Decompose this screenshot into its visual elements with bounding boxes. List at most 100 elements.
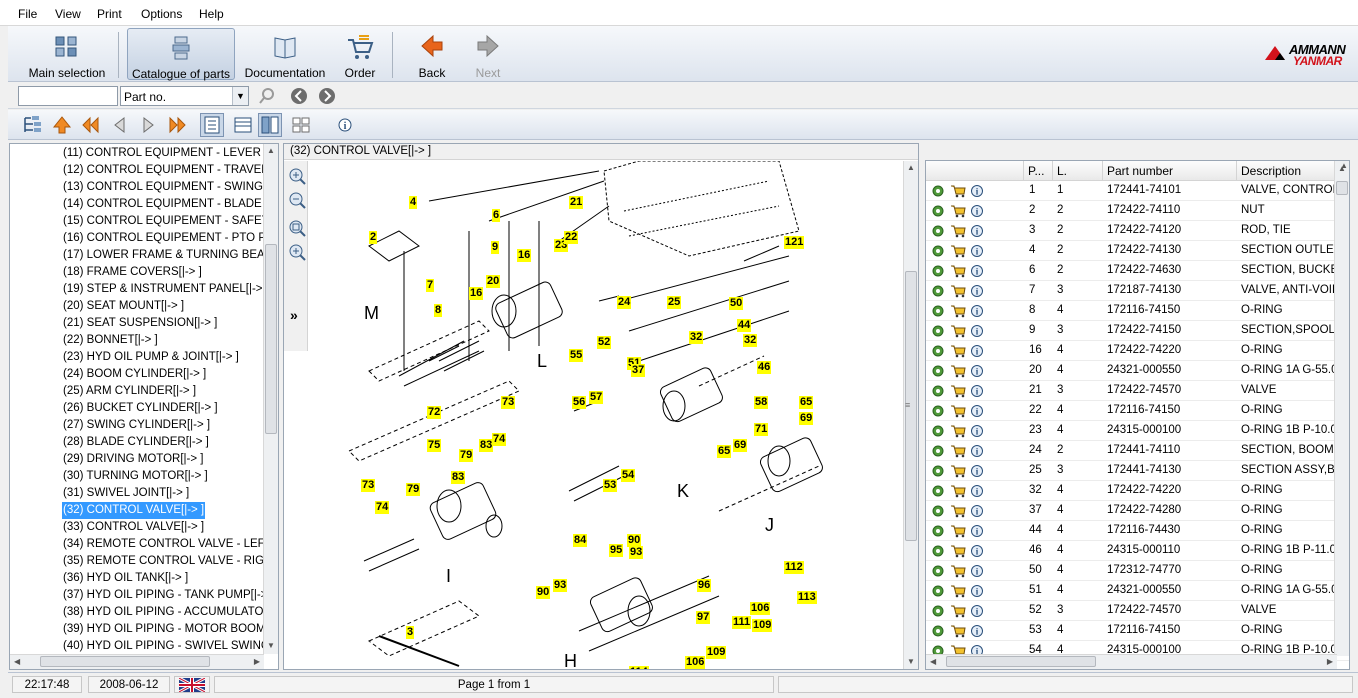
table-row[interactable]: i 51 4 24321-000550 O-RING 1A G-55.0 (926, 581, 1349, 601)
callout-label[interactable]: 55 (569, 349, 584, 362)
table-row[interactable]: i 22 4 172116-74150 O-RING (926, 401, 1349, 421)
zoom-out-icon[interactable] (288, 191, 306, 209)
table-row[interactable]: i 1 1 172441-74101 VALVE, CONTROL (926, 181, 1349, 201)
callout-label[interactable]: 69 (733, 439, 748, 452)
gear-icon[interactable] (931, 524, 945, 538)
cart-icon[interactable] (950, 624, 966, 638)
cart-icon[interactable] (950, 344, 966, 358)
callout-label[interactable]: 3 (406, 626, 415, 639)
gear-icon[interactable] (931, 544, 945, 558)
info-icon[interactable]: i (970, 284, 984, 298)
info-icon[interactable]: i (970, 444, 984, 458)
tree-item[interactable]: (23) HYD OIL PUMP & JOINT[|-> ] (62, 349, 240, 366)
tree-item[interactable]: (36) HYD OIL TANK[|-> ] (62, 570, 189, 587)
tree-vertical-scrollbar[interactable]: ▲ ▼ (263, 144, 278, 654)
callout-label[interactable]: 37 (631, 364, 646, 377)
cart-icon[interactable] (950, 204, 966, 218)
tree-item[interactable]: (17) LOWER FRAME & TURNING BEARIN (62, 247, 278, 264)
callout-label[interactable]: 25 (667, 296, 682, 309)
parts-horizontal-scrollbar[interactable]: ◀ ▶ (926, 654, 1337, 669)
callout-label[interactable]: 16 (469, 287, 484, 300)
info-icon[interactable]: i (970, 424, 984, 438)
table-row[interactable]: i 25 3 172441-74130 SECTION ASSY,BOC (926, 461, 1349, 481)
callout-label[interactable]: 44 (737, 319, 752, 332)
gear-icon[interactable] (931, 184, 945, 198)
callout-label[interactable]: 79 (459, 449, 474, 462)
gear-icon[interactable] (931, 604, 945, 618)
table-row[interactable]: i 24 2 172441-74110 SECTION, BOOM (926, 441, 1349, 461)
info-icon[interactable]: i (970, 604, 984, 618)
cart-icon[interactable] (950, 444, 966, 458)
table-row[interactable]: i 21 3 172422-74570 VALVE (926, 381, 1349, 401)
tree-item[interactable]: (38) HYD OIL PIPING - ACCUMULATOR[|-> (62, 604, 278, 621)
cart-icon[interactable] (950, 404, 966, 418)
callout-label[interactable]: 109 (706, 646, 727, 659)
main-selection-button[interactable]: Main selection (22, 28, 112, 80)
cart-icon[interactable] (950, 544, 966, 558)
tree-item[interactable]: (22) BONNET[|-> ] (62, 332, 159, 349)
table-row[interactable]: i 6 2 172422-74630 SECTION, BUCKET (926, 261, 1349, 281)
gear-icon[interactable] (931, 444, 945, 458)
table-row[interactable]: i 4 2 172422-74130 SECTION OUTLET (926, 241, 1349, 261)
tree-item[interactable]: (15) CONTROL EQUIPEMENT - SAFETY LE (62, 213, 278, 230)
catalogue-button[interactable]: Catalogue of parts (127, 28, 235, 81)
prev-icon[interactable] (110, 115, 130, 135)
table-row[interactable]: i 37 4 172422-74280 O-RING (926, 501, 1349, 521)
tree-item[interactable]: (25) ARM CYLINDER[|-> ] (62, 383, 197, 400)
info-icon[interactable]: i (970, 304, 984, 318)
tree-item[interactable]: (24) BOOM CYLINDER[|-> ] (62, 366, 207, 383)
callout-label[interactable]: 20 (486, 275, 501, 288)
first-icon[interactable] (80, 115, 100, 135)
menu-print[interactable]: Print (97, 7, 122, 21)
callout-label[interactable]: 93 (629, 546, 644, 559)
search-icon[interactable] (259, 88, 275, 104)
drawing-vertical-scrollbar[interactable]: ▲ ▼ (903, 161, 918, 669)
tree-item[interactable]: (37) HYD OIL PIPING - TANK PUMP[|-> ] (62, 587, 275, 604)
table-row[interactable]: i 7 3 172187-74130 VALVE, ANTI-VOIDI (926, 281, 1349, 301)
info-icon[interactable]: i (970, 564, 984, 578)
col-part-number[interactable]: Part number (1103, 161, 1237, 181)
tree-item[interactable]: (26) BUCKET CYLINDER[|-> ] (62, 400, 219, 417)
language-flag[interactable] (174, 676, 210, 694)
cart-icon[interactable] (950, 504, 966, 518)
gear-icon[interactable] (931, 484, 945, 498)
callout-label[interactable]: 58 (754, 396, 769, 409)
callout-label[interactable]: 2 (369, 231, 378, 244)
next-icon[interactable] (138, 115, 158, 135)
cart-icon[interactable] (950, 304, 966, 318)
gear-icon[interactable] (931, 424, 945, 438)
gear-icon[interactable] (931, 404, 945, 418)
tree-item[interactable]: (32) CONTROL VALVE[|-> ] (62, 502, 206, 519)
callout-label[interactable]: 95 (609, 544, 624, 557)
info-icon[interactable]: i (970, 344, 984, 358)
next-button[interactable]: Next (468, 28, 508, 80)
info-icon[interactable]: i (970, 364, 984, 378)
info-icon[interactable]: i (970, 224, 984, 238)
gear-icon[interactable] (931, 264, 945, 278)
menu-options[interactable]: Options (141, 7, 182, 21)
callout-label[interactable]: 32 (743, 334, 758, 347)
cart-icon[interactable] (950, 384, 966, 398)
info-icon[interactable]: i (970, 384, 984, 398)
callout-label[interactable]: 121 (784, 236, 805, 249)
info-icon[interactable]: i (970, 324, 984, 338)
cart-icon[interactable] (950, 244, 966, 258)
gear-icon[interactable] (931, 564, 945, 578)
tree-item[interactable]: (11) CONTROL EQUIPMENT - LEVER & ST (62, 145, 278, 162)
info-icon[interactable]: i (970, 544, 984, 558)
gear-icon[interactable] (931, 624, 945, 638)
gear-icon[interactable] (931, 324, 945, 338)
gear-icon[interactable] (931, 584, 945, 598)
table-row[interactable]: i 50 4 172312-74770 O-RING (926, 561, 1349, 581)
chevron-down-icon[interactable]: ▼ (232, 87, 248, 105)
cart-icon[interactable] (950, 284, 966, 298)
gear-icon[interactable] (931, 464, 945, 478)
cart-icon[interactable] (950, 524, 966, 538)
callout-label[interactable]: 57 (589, 391, 604, 404)
zoom-window-icon[interactable] (288, 243, 306, 261)
info-icon[interactable]: i (970, 264, 984, 278)
callout-label[interactable]: 113 (797, 591, 817, 604)
gear-icon[interactable] (931, 284, 945, 298)
callout-label[interactable]: 109 (752, 619, 773, 632)
zoom-fit-icon[interactable] (288, 219, 306, 237)
